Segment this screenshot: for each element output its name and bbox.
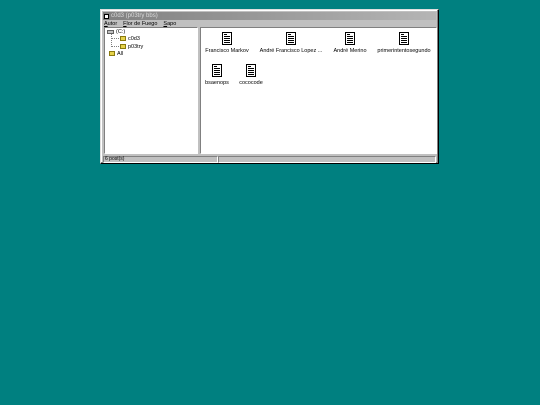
tree-item-label: p03try — [128, 43, 144, 50]
menu-sapo[interactable]: Sapo — [163, 21, 176, 27]
window-title: c0d3 (p03try bbs) — [111, 13, 158, 19]
status-bar: 6 post(s) — [103, 156, 436, 163]
folder-icon — [120, 36, 126, 41]
menu-autor[interactable]: Autor — [104, 21, 117, 27]
file-label: primerintentosegundo — [377, 48, 431, 54]
file-label: André Merino — [333, 48, 367, 54]
document-icon — [286, 32, 296, 45]
file-item-bsaenops[interactable]: bsaenops — [203, 64, 231, 86]
drive-icon — [107, 29, 114, 34]
tree-connector — [111, 38, 119, 39]
document-icon — [345, 32, 355, 45]
tree-item-label: (C:) — [116, 28, 126, 35]
document-icon — [222, 32, 232, 45]
title-bar[interactable]: c0d3 (p03try bbs) — [103, 12, 436, 20]
file-item-primerintentosegundo[interactable]: primerintentosegundo — [376, 32, 432, 54]
file-item-andre-francisco-lopez[interactable]: André Francisco Lopez ... — [257, 32, 325, 54]
folder-icon — [109, 51, 115, 56]
folder-tree: (C:) c0d3 p03try All — [104, 27, 198, 154]
file-label: bsaenops — [205, 80, 229, 86]
tree-item-drive[interactable]: (C:) — [107, 28, 125, 35]
file-label: André Francisco Lopez ... — [259, 48, 323, 54]
tree-item-p03try[interactable]: p03try — [120, 43, 143, 50]
status-count: 6 post(s) — [103, 156, 218, 163]
document-icon — [246, 64, 256, 77]
file-label: cococode — [239, 80, 263, 86]
explorer-window: c0d3 (p03try bbs) Autor Flor de Fuego Sa… — [100, 9, 439, 164]
menu-bar: Autor Flor de Fuego Sapo — [104, 20, 182, 27]
document-icon — [399, 32, 409, 45]
status-extra — [218, 156, 436, 163]
file-item-andre-merino[interactable]: André Merino — [332, 32, 368, 54]
file-label: Francisco Markov — [205, 48, 249, 54]
tree-item-c0d3[interactable]: c0d3 — [120, 35, 140, 42]
tree-connector — [111, 46, 119, 47]
window-icon — [104, 13, 109, 19]
menu-flor-de-fuego[interactable]: Flor de Fuego — [123, 21, 157, 27]
document-icon — [212, 64, 222, 77]
tree-item-label: All — [117, 50, 124, 57]
file-list: Francisco Markov André Francisco Lopez .… — [200, 27, 437, 154]
tree-item-all[interactable]: All — [109, 50, 123, 57]
file-item-francisco-markov[interactable]: Francisco Markov — [205, 32, 249, 54]
folder-icon — [120, 44, 126, 49]
tree-item-label: c0d3 — [128, 35, 140, 42]
file-item-cococode[interactable]: cococode — [237, 64, 265, 86]
